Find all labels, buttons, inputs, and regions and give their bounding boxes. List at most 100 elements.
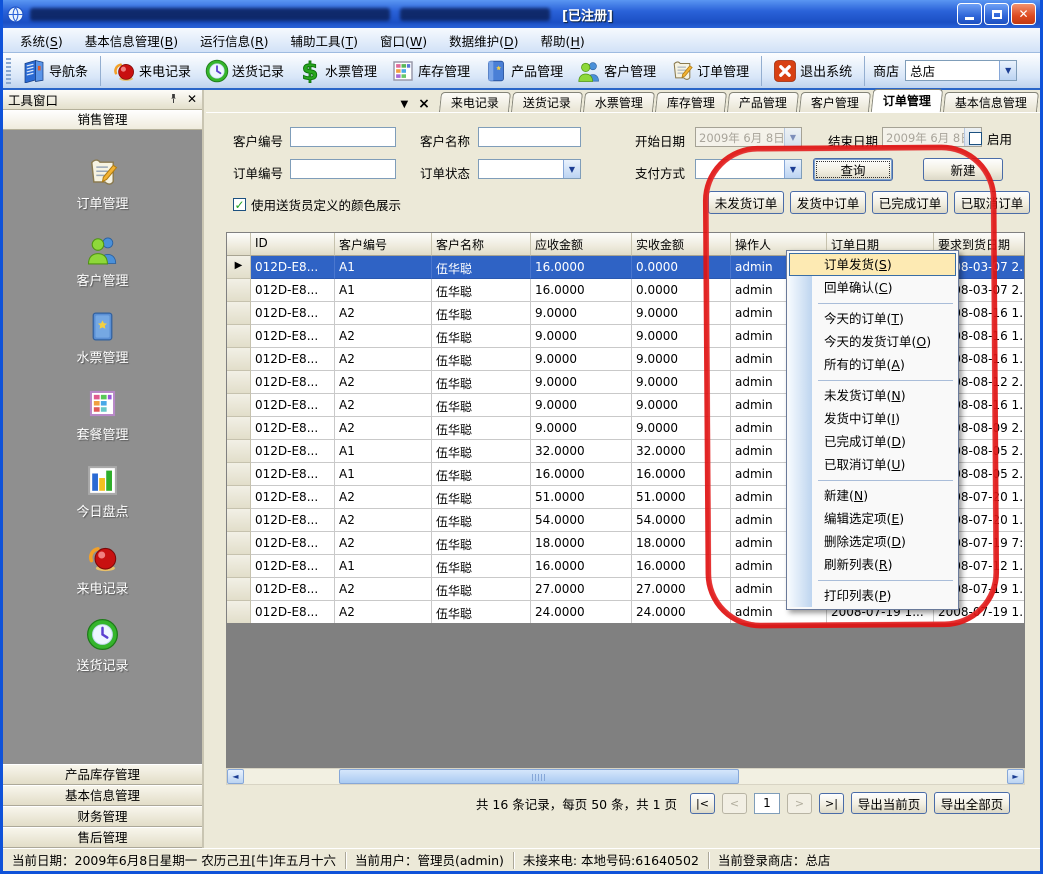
toolbar-button[interactable]: 导航条 xyxy=(15,56,101,86)
customer-no-input[interactable] xyxy=(290,127,396,147)
shop-select[interactable]: 总店 ▼ xyxy=(905,60,1017,81)
toolbar-button[interactable]: 送货记录 xyxy=(198,56,291,86)
context-menu-item[interactable]: 刷新列表(R) xyxy=(789,553,956,576)
chevron-down-icon[interactable]: ▼ xyxy=(999,61,1016,80)
tab-close-icon[interactable]: × xyxy=(418,96,430,112)
row-selector-cell[interactable]: ▶ xyxy=(227,279,251,302)
row-selector-cell[interactable]: ▶ xyxy=(227,325,251,348)
page-number-input[interactable] xyxy=(754,793,780,814)
pay-method-select[interactable]: ▼ xyxy=(695,159,802,179)
enable-date-checkbox[interactable]: 启用 xyxy=(969,129,1012,148)
row-selector-cell[interactable]: ▶ xyxy=(227,509,251,532)
menubar-item[interactable]: 系统(S) xyxy=(9,28,74,53)
order-status-filter-button[interactable]: 已取消订单 xyxy=(954,191,1030,214)
tab[interactable]: 送货记录 xyxy=(511,92,583,112)
toolbar-button[interactable]: 库存管理 xyxy=(384,56,477,86)
row-selector-cell[interactable]: ▶ xyxy=(227,463,251,486)
context-menu-item[interactable]: 所有的订单(A) xyxy=(789,353,956,376)
scroll-left-icon[interactable]: ◄ xyxy=(227,769,244,784)
next-page-button[interactable]: > xyxy=(787,793,812,814)
order-no-input[interactable] xyxy=(290,159,396,179)
order-status-filter-button[interactable]: 发货中订单 xyxy=(790,191,866,214)
sidebar-group-bar[interactable]: 基本信息管理 xyxy=(3,785,202,806)
tab[interactable]: 产品管理 xyxy=(727,92,799,112)
sidebar-item[interactable]: 水票管理 xyxy=(76,310,128,366)
context-menu-item[interactable]: 新建(N) xyxy=(789,484,956,507)
menubar-item[interactable]: 基本信息管理(B) xyxy=(74,28,189,53)
scrollbar-thumb[interactable] xyxy=(339,769,739,784)
row-selector-cell[interactable]: ▶ xyxy=(227,578,251,601)
sidebar-item[interactable]: 订单管理 xyxy=(76,156,128,212)
scrollbar-track[interactable] xyxy=(244,769,1007,784)
menubar-item[interactable]: 帮助(H) xyxy=(530,28,596,53)
column-header[interactable]: 客户名称 xyxy=(432,233,531,256)
column-header[interactable]: 客户编号 xyxy=(335,233,432,256)
context-menu-item[interactable]: 订单发货(S) xyxy=(789,253,956,276)
row-selector-cell[interactable]: ▶ xyxy=(227,440,251,463)
end-date-picker[interactable]: 2009年 6月 8日 ▼ xyxy=(882,127,982,147)
tab-scroll-down-icon[interactable]: ▼ xyxy=(400,99,408,110)
column-header[interactable]: ID xyxy=(251,233,335,256)
menubar-item[interactable]: 数据维护(D) xyxy=(438,28,529,53)
toolbar-drag-handle[interactable] xyxy=(6,58,11,84)
context-menu-item[interactable]: 编辑选定项(E) xyxy=(789,507,956,530)
query-button[interactable]: 查询 xyxy=(813,158,893,181)
toolbar-button[interactable]: 产品管理 xyxy=(477,56,570,86)
prev-page-button[interactable]: < xyxy=(722,793,747,814)
new-button[interactable]: 新建 xyxy=(923,158,1003,181)
tab[interactable]: 基本信息管理 xyxy=(943,92,1039,112)
sidebar-group-bar[interactable]: 财务管理 xyxy=(3,806,202,827)
sidebar-item[interactable]: 今日盘点 xyxy=(76,464,128,520)
tab[interactable]: 水票管理 xyxy=(583,92,655,112)
tab[interactable]: 来电记录 xyxy=(439,92,511,112)
chevron-down-icon[interactable]: ▼ xyxy=(784,160,801,178)
chevron-down-icon[interactable]: ▼ xyxy=(563,160,580,178)
row-selector-cell[interactable]: ▶ xyxy=(227,256,251,279)
row-selector-cell[interactable]: ▶ xyxy=(227,486,251,509)
toolbar-button[interactable]: 来电记录 xyxy=(105,56,198,86)
toolbar-button[interactable]: 客户管理 xyxy=(570,56,663,86)
sidebar-group-bar[interactable]: 产品库存管理 xyxy=(3,764,202,785)
export-current-page-button[interactable]: 导出当前页 xyxy=(851,792,927,814)
row-selector-cell[interactable]: ▶ xyxy=(227,417,251,440)
row-selector-cell[interactable]: ▶ xyxy=(227,394,251,417)
tab[interactable]: 订单管理 xyxy=(871,89,943,112)
sidebar-group-sales[interactable]: 销售管理 xyxy=(3,110,202,130)
column-header[interactable]: 应收金额 xyxy=(531,233,632,256)
sidebar-item[interactable]: 客户管理 xyxy=(76,233,128,289)
customer-name-input[interactable] xyxy=(478,127,581,147)
tab[interactable]: 客户管理 xyxy=(799,92,871,112)
context-menu-item[interactable]: 今天的订单(T) xyxy=(789,307,956,330)
deliveryman-color-checkbox[interactable]: ✓ 使用送货员定义的颜色展示 xyxy=(233,195,401,214)
sidebar-item[interactable]: 送货记录 xyxy=(76,618,128,674)
pin-icon[interactable] xyxy=(168,92,179,107)
context-menu-item[interactable]: 回单确认(C) xyxy=(789,276,956,299)
column-header[interactable]: 实收金额 xyxy=(632,233,731,256)
context-menu-item[interactable]: 已取消订单(U) xyxy=(789,453,956,476)
sidebar-group-bar[interactable]: 售后管理 xyxy=(3,827,202,848)
tab[interactable]: 库存管理 xyxy=(655,92,727,112)
close-button[interactable]: ✕ xyxy=(1011,3,1036,25)
horizontal-scrollbar[interactable]: ◄ ► xyxy=(226,768,1025,785)
minimize-button[interactable] xyxy=(957,3,982,25)
toolbar-button[interactable]: $ 水票管理 xyxy=(291,56,384,86)
order-status-select[interactable]: ▼ xyxy=(478,159,581,179)
menubar-item[interactable]: 辅助工具(T) xyxy=(280,28,369,53)
sidebar-item[interactable]: 套餐管理 xyxy=(76,387,128,443)
first-page-button[interactable]: |< xyxy=(690,793,715,814)
toolbar-button[interactable]: 订单管理 xyxy=(663,56,762,86)
menubar-item[interactable]: 运行信息(R) xyxy=(189,28,279,53)
row-selector-cell[interactable]: ▶ xyxy=(227,601,251,624)
chevron-down-icon[interactable]: ▼ xyxy=(784,128,801,146)
toolbar-button[interactable]: 退出系统 xyxy=(766,56,865,86)
row-selector-cell[interactable]: ▶ xyxy=(227,302,251,325)
context-menu-item[interactable]: 未发货订单(N) xyxy=(789,384,956,407)
row-selector-cell[interactable]: ▶ xyxy=(227,371,251,394)
context-menu-item[interactable]: 删除选定项(D) xyxy=(789,530,956,553)
row-selector-cell[interactable]: ▶ xyxy=(227,348,251,371)
menubar-item[interactable]: 窗口(W) xyxy=(369,28,438,53)
row-selector-cell[interactable]: ▶ xyxy=(227,555,251,578)
tool-window-close-icon[interactable]: ✕ xyxy=(187,94,197,105)
scroll-right-icon[interactable]: ► xyxy=(1007,769,1024,784)
row-selector-cell[interactable]: ▶ xyxy=(227,532,251,555)
